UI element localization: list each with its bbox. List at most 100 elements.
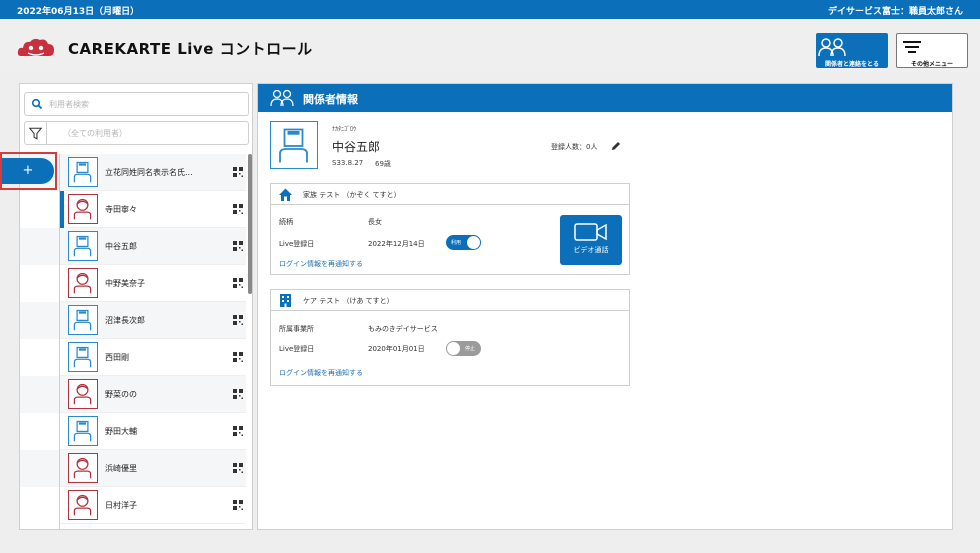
toggle-label: 利用 bbox=[451, 240, 462, 246]
registered-count: 登録人数：0人 bbox=[551, 143, 598, 151]
user-list-item[interactable]: 中谷五郎 bbox=[60, 228, 246, 265]
qr-code-icon[interactable] bbox=[233, 241, 243, 251]
list-left-strip bbox=[20, 154, 59, 530]
edit-pencil-icon[interactable] bbox=[610, 140, 622, 152]
user-name: 寺田寧々 bbox=[105, 205, 137, 214]
male-avatar-icon bbox=[279, 128, 308, 163]
user-list-item[interactable]: 野菜のの bbox=[60, 376, 246, 413]
panel-title: 関係者情報 bbox=[303, 93, 358, 106]
family-card-title: 家族 テスト （かぞく てすと） bbox=[303, 191, 401, 199]
qr-code-icon[interactable] bbox=[233, 278, 243, 288]
toggle-label: 停止 bbox=[464, 346, 475, 352]
office-label: 所属事業所 bbox=[279, 325, 314, 333]
live-date-label: Live登録日 bbox=[279, 345, 315, 353]
qr-code-icon[interactable] bbox=[233, 204, 243, 214]
male-avatar-icon bbox=[73, 420, 92, 442]
menu-button-label: その他メニュー bbox=[910, 61, 953, 68]
strip-band bbox=[20, 376, 59, 413]
family-stakeholder-card: 家族 テスト （かぞく てすと） 続柄 長女 Live登録日 2022年12月1… bbox=[270, 183, 630, 275]
profile-age: 69歳 bbox=[375, 160, 391, 168]
female-avatar-icon bbox=[73, 198, 92, 220]
usage-toggle-on[interactable]: 利用 bbox=[446, 235, 481, 250]
user-list: 立花同姓同名表示名氏... 寺田寧々中谷五郎中野美奈子沼津長次郎西田剛野菜のの 野田… bbox=[60, 154, 246, 530]
user-list-item[interactable]: 寺田寧々 bbox=[60, 191, 246, 228]
user-name: 浜崎優里 bbox=[105, 464, 137, 473]
user-list-item[interactable]: 沼津長次郎 bbox=[60, 302, 246, 339]
profile-name: 中谷五郎 bbox=[332, 140, 381, 154]
qr-code-icon[interactable] bbox=[233, 389, 243, 399]
current-date: 2022年06月13日（月曜日） bbox=[17, 7, 140, 17]
user-search-input[interactable]: 利用者検索 bbox=[24, 92, 249, 116]
video-camera-icon bbox=[574, 223, 607, 241]
add-user-highlight: + bbox=[0, 152, 57, 190]
user-filter-select[interactable]: （全ての利用者） bbox=[24, 121, 249, 145]
user-avatar bbox=[68, 379, 98, 409]
profile-kana: ﾅｶﾀﾆｺﾞﾛｳ bbox=[332, 126, 357, 133]
male-avatar-icon bbox=[73, 346, 92, 368]
strip-band bbox=[20, 228, 59, 265]
user-avatar bbox=[68, 453, 98, 483]
user-list-item[interactable]: 日村洋子 bbox=[60, 487, 246, 524]
user-list-item[interactable]: 立花同姓同名表示名氏... bbox=[60, 154, 246, 191]
user-avatar bbox=[68, 268, 98, 298]
card-header: ケア テスト （けあ てすと） bbox=[271, 290, 629, 311]
filter-placeholder: （全ての利用者） bbox=[63, 129, 127, 138]
video-call-label: ビデオ通話 bbox=[573, 246, 609, 254]
user-avatar bbox=[68, 342, 98, 372]
card-header: 家族 テスト （かぞく てすと） bbox=[271, 184, 629, 205]
user-avatar bbox=[68, 231, 98, 261]
female-avatar-icon bbox=[73, 383, 92, 405]
qr-code-icon[interactable] bbox=[233, 500, 243, 510]
user-avatar bbox=[68, 194, 98, 224]
qr-code-icon[interactable] bbox=[233, 352, 243, 362]
live-date-label: Live登録日 bbox=[279, 240, 315, 248]
user-name: 日村洋子 bbox=[105, 501, 137, 510]
toggle-knob bbox=[447, 342, 460, 355]
user-avatar bbox=[68, 416, 98, 446]
strip-band bbox=[20, 302, 59, 339]
user-name: 中野美奈子 bbox=[105, 279, 145, 288]
qr-code-icon[interactable] bbox=[233, 315, 243, 325]
female-avatar-icon bbox=[73, 272, 92, 294]
live-date-value: 2020年01月01日 bbox=[368, 345, 425, 353]
menu-icon bbox=[903, 41, 921, 53]
search-icon bbox=[31, 98, 43, 110]
app-title: CAREKARTE Live コントロール bbox=[68, 40, 313, 58]
other-menu-button[interactable]: その他メニュー bbox=[896, 33, 968, 68]
user-list-scrollbar[interactable] bbox=[248, 154, 252, 294]
user-list-item[interactable]: 野田大輔 bbox=[60, 413, 246, 450]
profile-avatar bbox=[270, 121, 318, 169]
contact-button-label: 関係者と連絡をとる bbox=[824, 61, 879, 68]
user-list-panel: 利用者検索 （全ての利用者） 立花同姓同名表示名氏... 寺田寧々中谷五郎中野美奈… bbox=[19, 83, 253, 530]
people-icon bbox=[270, 89, 294, 107]
user-list-item[interactable]: 西田剛 bbox=[60, 339, 246, 376]
add-user-button[interactable]: + bbox=[2, 158, 54, 184]
male-avatar-icon bbox=[73, 161, 92, 183]
user-list-item[interactable]: 中野美奈子 bbox=[60, 265, 246, 302]
building-icon bbox=[280, 294, 291, 307]
contact-stakeholders-button[interactable]: 関係者と連絡をとる bbox=[816, 33, 888, 68]
logged-in-user: デイサービス富士：職員太郎さん bbox=[827, 7, 963, 17]
toggle-knob bbox=[467, 236, 480, 249]
user-avatar bbox=[68, 490, 98, 520]
office-value: もみのきデイサービス bbox=[368, 325, 438, 333]
qr-code-icon[interactable] bbox=[233, 167, 243, 177]
video-call-button[interactable]: ビデオ通話 bbox=[560, 215, 622, 265]
usage-toggle-off[interactable]: 停止 bbox=[446, 341, 481, 356]
live-date-value: 2022年12月14日 bbox=[368, 240, 425, 248]
resend-login-link[interactable]: ログイン情報を再通知する bbox=[279, 368, 363, 378]
user-name: 西田剛 bbox=[105, 353, 129, 362]
carekarte-logo-icon bbox=[17, 38, 54, 56]
user-name: 沼津長次郎 bbox=[105, 316, 145, 325]
male-avatar-icon bbox=[73, 309, 92, 331]
search-placeholder: 利用者検索 bbox=[49, 100, 89, 109]
user-name: 中谷五郎 bbox=[105, 242, 137, 251]
care-stakeholder-card: ケア テスト （けあ てすと） 所属事業所 もみのきデイサービス Live登録日… bbox=[270, 289, 630, 386]
resend-login-link[interactable]: ログイン情報を再通知する bbox=[279, 259, 363, 269]
male-avatar-icon bbox=[73, 235, 92, 257]
qr-code-icon[interactable] bbox=[233, 426, 243, 436]
user-list-item[interactable]: 浜崎優里 bbox=[60, 450, 246, 487]
stakeholder-info-panel: 関係者情報 ﾅｶﾀﾆｺﾞﾛｳ 中谷五郎 S33.8.27 69歳 登録人数：0人… bbox=[257, 83, 953, 530]
house-icon bbox=[279, 188, 292, 201]
qr-code-icon[interactable] bbox=[233, 463, 243, 473]
